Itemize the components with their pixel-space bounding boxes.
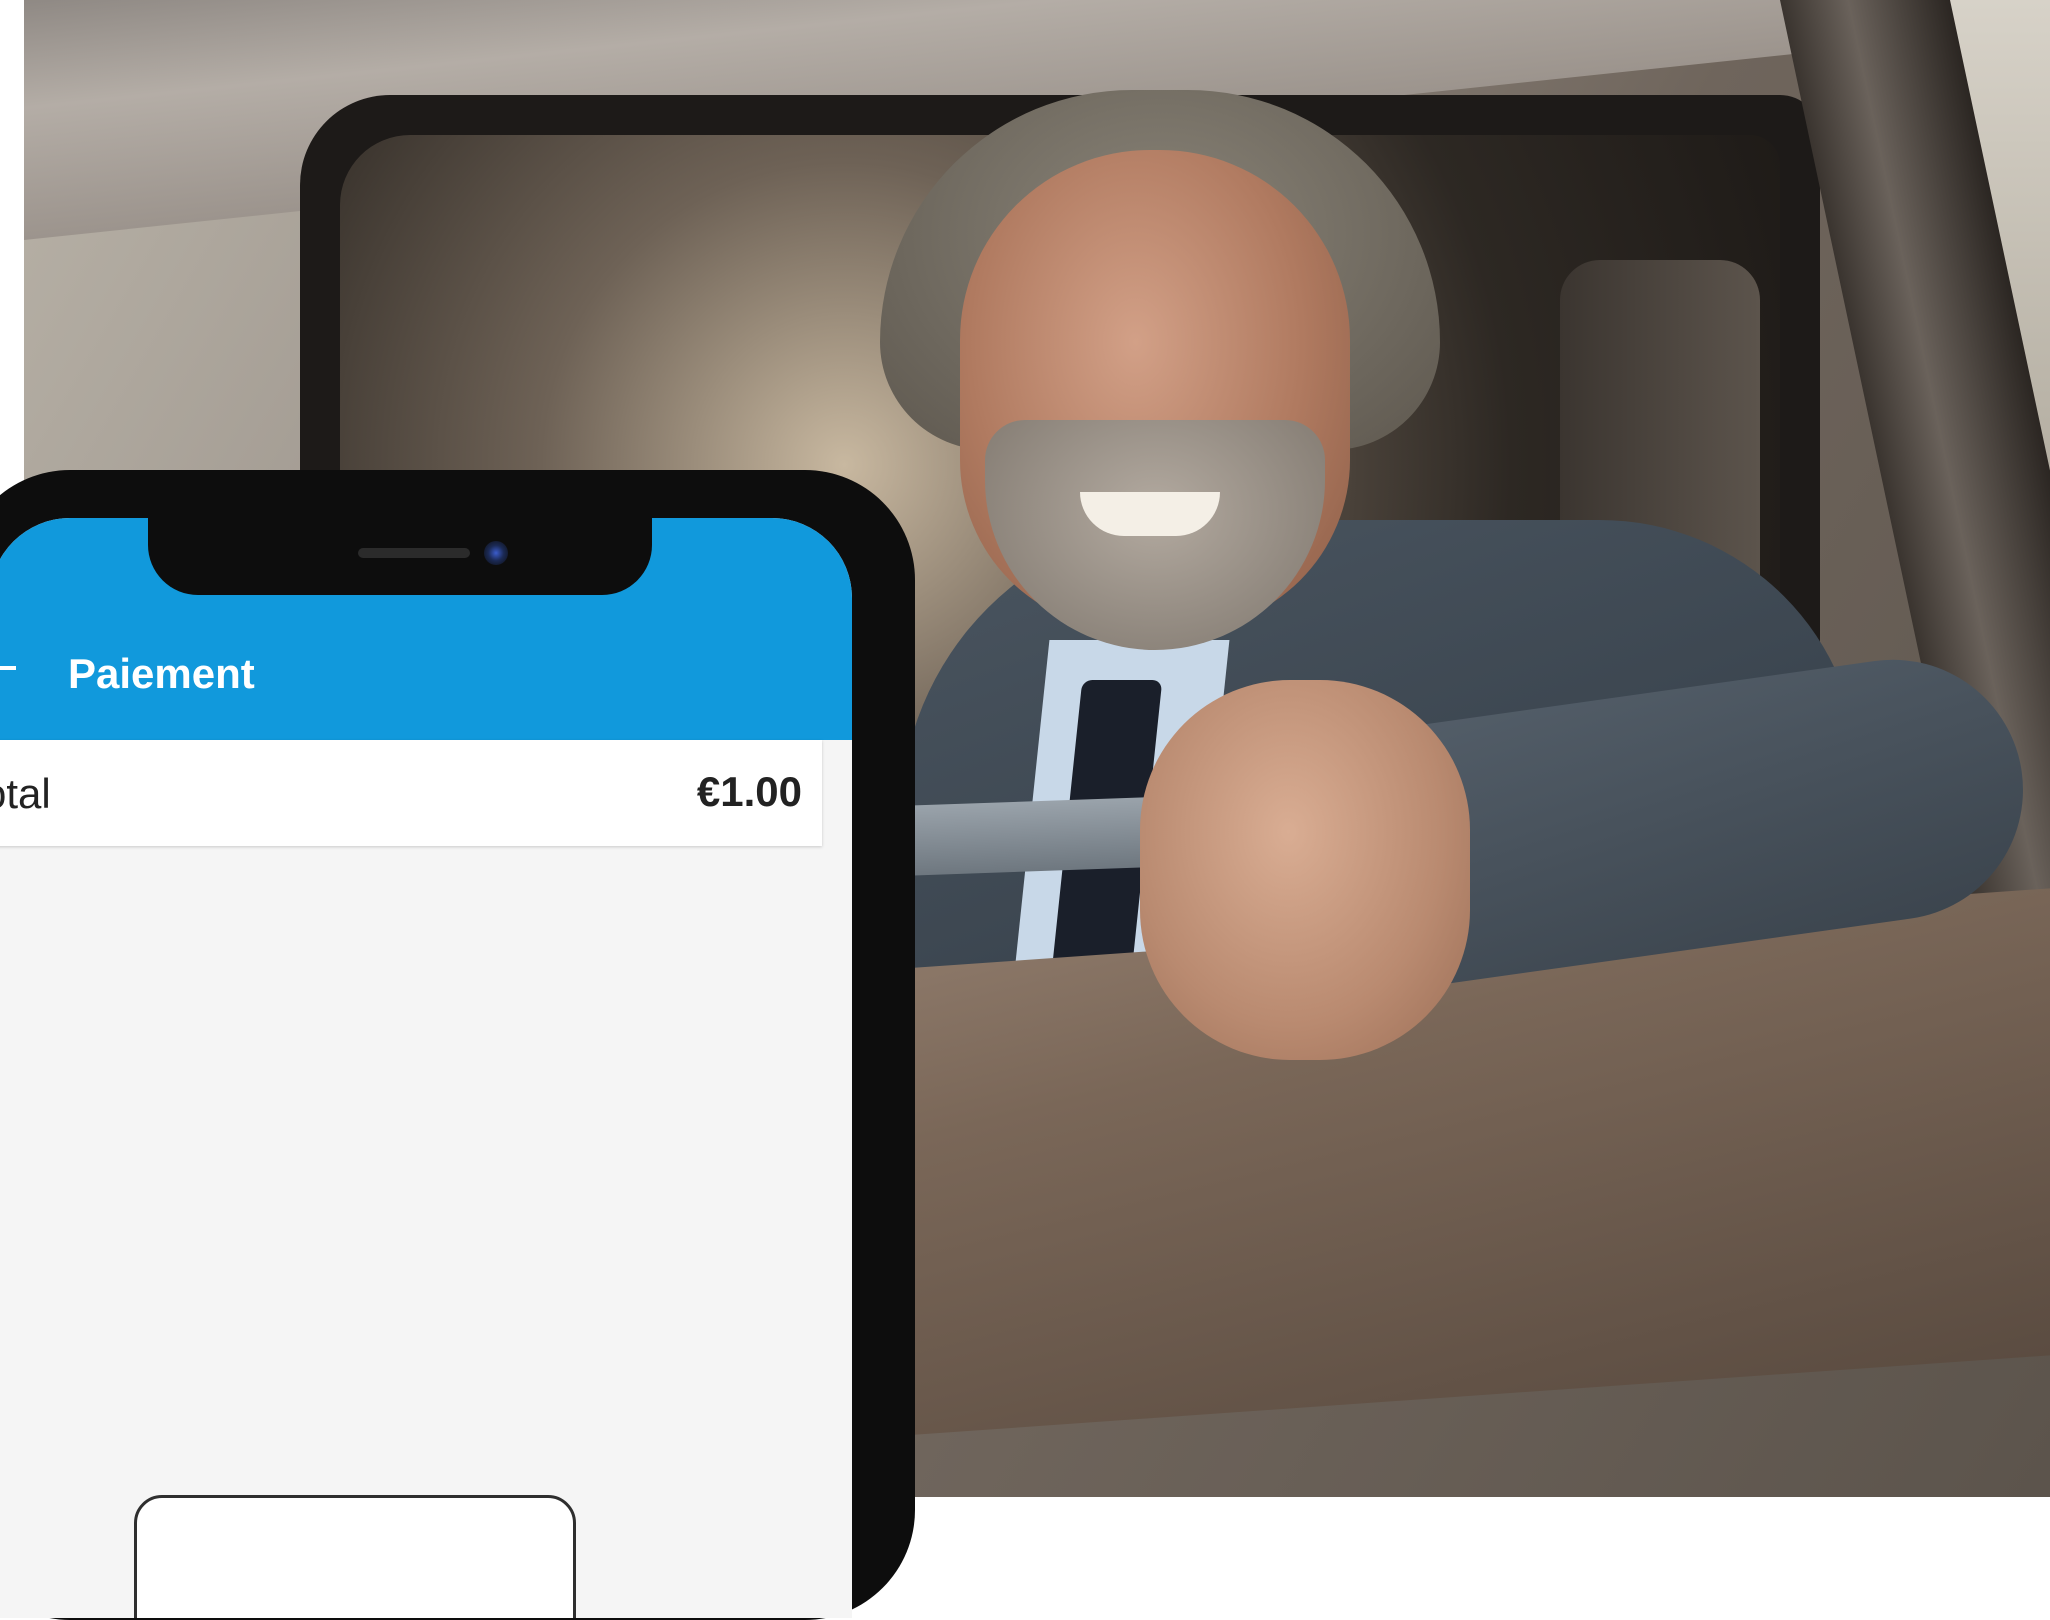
payment-button[interactable] bbox=[134, 1495, 576, 1618]
page-title: Paiement bbox=[68, 650, 255, 697]
driver-smile bbox=[1080, 492, 1220, 536]
phone-notch bbox=[148, 518, 652, 595]
front-camera-icon bbox=[484, 541, 508, 565]
phone-mockup: Paiement Total €1.00 bbox=[0, 470, 915, 1620]
total-amount: €1.00 bbox=[696, 768, 802, 815]
speaker-grille bbox=[358, 548, 470, 558]
back-arrow-icon[interactable] bbox=[0, 666, 16, 670]
total-row: Total €1.00 bbox=[0, 740, 822, 846]
app-bar: Paiement bbox=[0, 518, 852, 740]
phone-screen: Paiement Total €1.00 bbox=[0, 518, 852, 1618]
driver-hand bbox=[1140, 680, 1470, 1060]
total-label: Total bbox=[0, 770, 51, 817]
photo-margin bbox=[0, 0, 24, 470]
